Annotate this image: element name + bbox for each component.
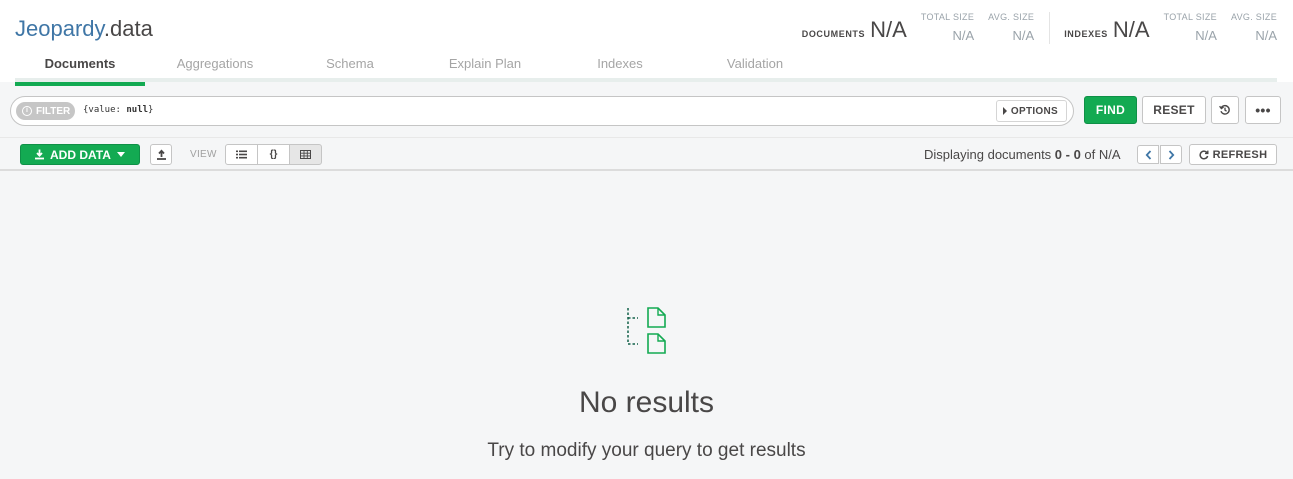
documents-count: N/A <box>870 17 907 42</box>
tab-documents[interactable]: Documents <box>15 56 145 86</box>
avg-size-value: N/A <box>1012 28 1035 43</box>
json-view-button[interactable]: {} <box>257 144 290 165</box>
query-open: {value: <box>83 105 127 115</box>
collection-header: Jeopardy.data DOCUMENTS N/A TOTAL SIZE N… <box>0 0 1293 86</box>
avg-size-label: AVG. SIZE <box>988 12 1035 22</box>
options-label: OPTIONS <box>1010 105 1058 117</box>
view-label: VIEW <box>190 149 217 160</box>
refresh-label: REFRESH <box>1212 148 1268 161</box>
indexes-stat: INDEXES N/A <box>1064 18 1149 42</box>
total-size-value: N/A <box>1195 28 1217 43</box>
export-button[interactable] <box>150 144 172 165</box>
upload-icon <box>156 149 166 160</box>
query-keyword: null <box>126 105 149 115</box>
tab-aggregations[interactable]: Aggregations <box>150 56 280 82</box>
documents-total-size: TOTAL SIZE N/A <box>921 12 974 43</box>
tab-indexes[interactable]: Indexes <box>555 56 685 82</box>
total-size-label: TOTAL SIZE <box>1163 12 1217 22</box>
add-data-button[interactable]: ADD DATA <box>20 144 140 165</box>
displaying-prefix: Displaying documents <box>924 147 1055 162</box>
indexes-total-size: TOTAL SIZE N/A <box>1164 12 1217 43</box>
reset-button[interactable]: RESET <box>1142 96 1206 124</box>
indexes-label: INDEXES <box>1064 29 1108 39</box>
stats-divider <box>1049 12 1051 44</box>
avg-size-label: AVG. SIZE <box>1230 12 1277 22</box>
documents-label: DOCUMENTS <box>801 29 866 39</box>
tab-validation[interactable]: Validation <box>690 56 820 82</box>
collection-name: .data <box>103 16 153 41</box>
displaying-suffix: of N/A <box>1080 147 1121 162</box>
filter-pill-label: FILTER <box>36 105 71 117</box>
filter-query-text[interactable]: {value: null} <box>83 105 153 115</box>
documents-toolbar: ADD DATA VIEW {} Displaying documents 0 … <box>0 139 1293 171</box>
indexes-avg-size: AVG. SIZE N/A <box>1231 12 1277 43</box>
collection-stats: DOCUMENTS N/A TOTAL SIZE N/A AVG. SIZE N… <box>802 12 1277 48</box>
namespace-title: Jeopardy.data <box>15 16 153 42</box>
more-options-button[interactable]: ••• <box>1245 96 1281 124</box>
view-switcher: {} <box>225 144 322 165</box>
documents-empty-icon <box>627 307 666 354</box>
list-view-button[interactable] <box>225 144 258 165</box>
refresh-icon <box>1199 149 1209 159</box>
empty-state-title: No results <box>578 386 715 419</box>
add-data-label: ADD DATA <box>50 147 111 162</box>
filter-input[interactable]: i FILTER {value: null} OPTIONS <box>10 96 1074 126</box>
list-view-icon <box>236 150 247 159</box>
pagination-summary: Displaying documents 0 - 0 of N/A <box>924 147 1121 162</box>
empty-state-subtitle: Try to modify your query to get results <box>487 440 806 461</box>
caret-right-icon <box>1002 107 1007 115</box>
query-bar: i FILTER {value: null} OPTIONS FIND RESE… <box>0 86 1293 138</box>
chevron-down-icon <box>116 152 125 157</box>
collection-tabs: Documents Aggregations Schema Explain Pl… <box>15 50 1277 86</box>
documents-avg-size: AVG. SIZE N/A <box>988 12 1034 43</box>
total-size-value: N/A <box>952 28 975 43</box>
table-view-icon <box>300 150 311 159</box>
info-icon: i <box>22 106 32 116</box>
query-close: } <box>148 105 154 115</box>
indexes-count: N/A <box>1112 17 1150 42</box>
query-history-button[interactable] <box>1211 96 1239 124</box>
database-name[interactable]: Jeopardy <box>15 16 104 41</box>
find-button[interactable]: FIND <box>1084 96 1137 124</box>
previous-page-button[interactable] <box>1137 145 1159 164</box>
table-view-button[interactable] <box>289 144 322 165</box>
options-button[interactable]: OPTIONS <box>995 100 1067 122</box>
download-icon <box>35 149 44 160</box>
tab-schema[interactable]: Schema <box>285 56 415 82</box>
displaying-range: 0 - 0 <box>1054 147 1081 162</box>
documents-stat: DOCUMENTS N/A <box>802 18 907 42</box>
history-icon <box>1219 104 1230 115</box>
total-size-label: TOTAL SIZE <box>920 12 975 22</box>
chevron-left-icon <box>1145 149 1151 160</box>
filter-pill: i FILTER <box>16 102 75 120</box>
refresh-button[interactable]: REFRESH <box>1189 144 1277 165</box>
avg-size-value: N/A <box>1255 28 1277 43</box>
chevron-right-icon <box>1168 149 1174 160</box>
tab-explain-plan[interactable]: Explain Plan <box>420 56 550 82</box>
next-page-button[interactable] <box>1160 145 1182 164</box>
